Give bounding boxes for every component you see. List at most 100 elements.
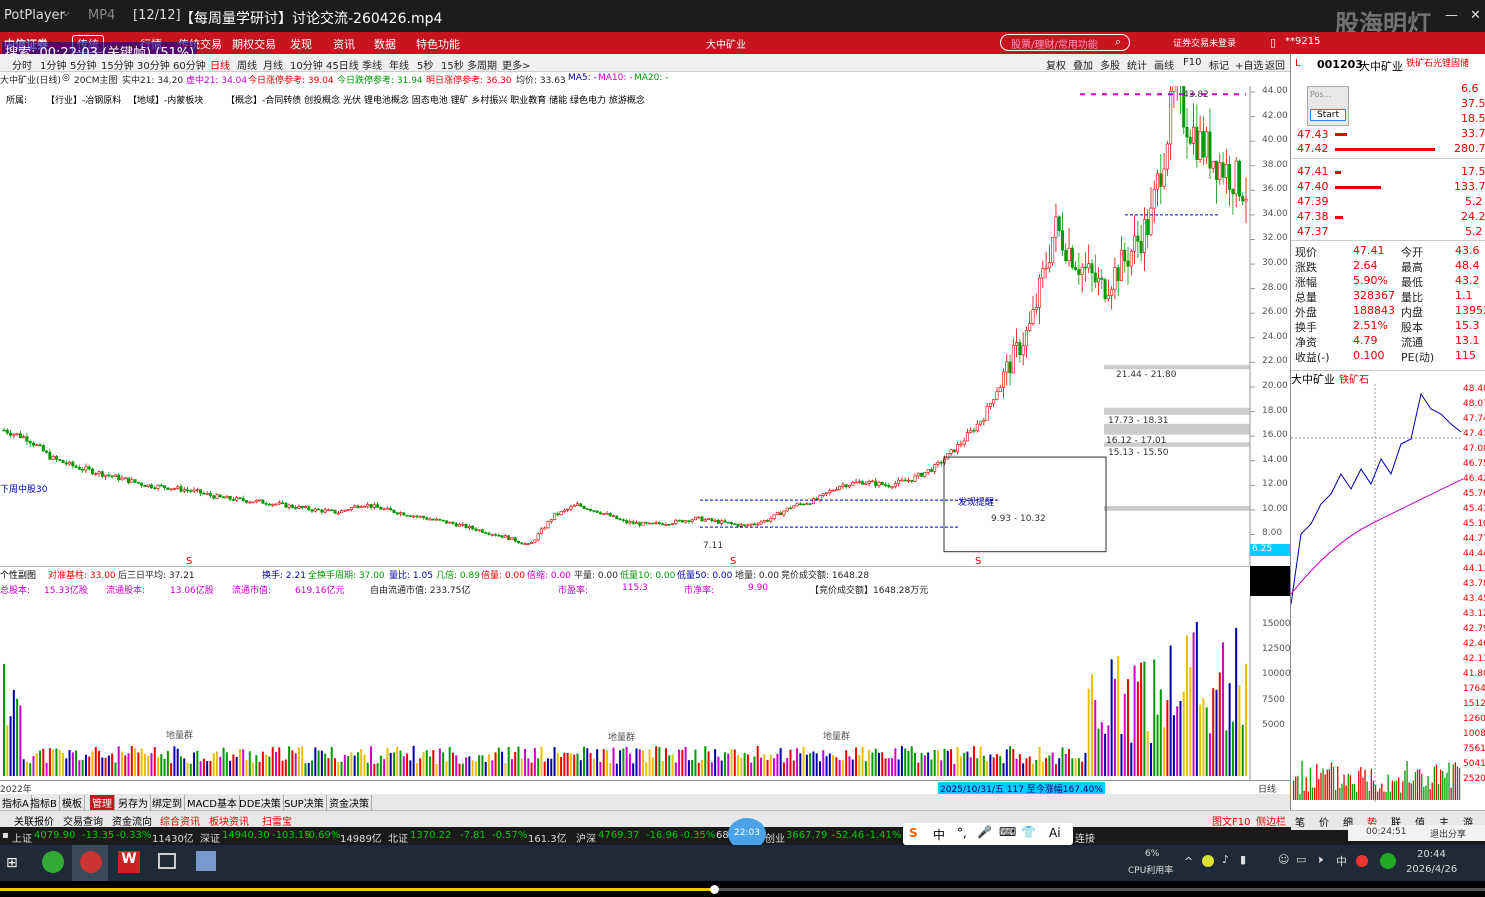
popup-start-button[interactable]: Start [1310,109,1346,121]
ind-tab-macd[interactable]: MACD基本 [185,795,240,810]
ticker-sh-label[interactable]: 上证 [12,830,32,845]
close-icon[interactable]: ✕ [1470,8,1481,23]
bottom-tab-fund-flow[interactable]: 资金流向 [112,813,152,828]
ime-logo-icon[interactable]: S [909,826,918,840]
tray-s-icon[interactable] [1356,855,1368,867]
tray-mic-icon[interactable]: ♪ [1222,853,1229,866]
main-chart[interactable]: SSS [0,57,1290,567]
tray-expand-icon[interactable]: ^ [1184,855,1193,868]
player-icon[interactable] [158,853,176,869]
period-tab-15m[interactable]: 15分钟 [101,57,134,72]
panel-tab-0[interactable]: 笔 [1295,814,1305,829]
panel-tab-1[interactable]: 价 [1319,814,1329,829]
ind-tab-fund[interactable]: 资金决策 [327,795,372,810]
tray-ime-lang[interactable]: 中 [1336,853,1347,869]
chevron-down-icon[interactable]: ⌵ [62,8,70,19]
tool-f10[interactable]: F10 [1183,57,1201,68]
ime-lang[interactable]: 中 [933,826,945,843]
tray-volume-icon[interactable]: 🕨 [1316,853,1323,867]
chart-main-label[interactable]: 20CM主图 [74,73,118,86]
wps-icon[interactable]: W [118,851,140,873]
period-tab-more[interactable]: 更多> [502,57,530,72]
period-tab-15s[interactable]: 15秒 [441,57,464,72]
volume-bars[interactable] [0,596,1290,780]
ind-tab-manage[interactable]: 管理 [90,795,115,810]
search-icon[interactable]: ⌕ [1115,35,1121,49]
period-tab-monthly[interactable]: 月线 [263,57,283,72]
bottom-tab-sector-news[interactable]: 板块资讯 [209,813,249,828]
clock-date[interactable]: 2026/4/26 [1406,864,1457,875]
bottom-tab-related[interactable]: 关联报价 [14,813,54,828]
menu-item-news[interactable]: 资讯 [333,36,355,52]
ime-punct-icon[interactable]: °, [957,826,967,840]
menu-item-options[interactable]: 期权交易 [232,36,276,52]
ind-tab-dde[interactable]: DDE决策 [237,795,284,810]
period-tab-1m[interactable]: 1分钟 [40,57,66,72]
ind-tab-bind[interactable]: 绑定到 [150,795,185,810]
bottom-tab-trade-query[interactable]: 交易查询 [63,813,103,828]
progress-handle[interactable] [710,885,719,894]
tool-stats[interactable]: 统计 [1127,57,1147,72]
tool-restore-rights[interactable]: 复权 [1046,57,1066,72]
search-input[interactable]: 股票/理财/常用功能 [1000,34,1130,51]
ime-mic-icon[interactable]: 🎤 [977,825,992,839]
bottom-tab-minesweeper[interactable]: 扫雷宝 [262,813,292,828]
bottom-tab-sidebar[interactable]: 侧边栏 [1256,813,1286,828]
ticker-bj-label[interactable]: 北证 [388,830,408,845]
tool-overlay[interactable]: 叠加 [1073,57,1093,72]
period-tab-weekly[interactable]: 周线 [237,57,257,72]
period-tab-60m[interactable]: 60分钟 [173,57,206,72]
menu-item-discover[interactable]: 发现 [290,36,312,52]
period-tab-multi[interactable]: 多周期 [467,57,497,72]
period-tab-10m[interactable]: 10分钟 [290,57,323,72]
tool-draw[interactable]: 画线 [1154,57,1174,72]
ime-keyboard-icon[interactable]: ⌨ [999,825,1016,839]
player-app-name[interactable]: PotPlayer [4,8,65,23]
menu-item-features[interactable]: 特色功能 [416,36,460,52]
period-tab-daily[interactable]: 日线 [210,57,230,72]
tool-multi-stock[interactable]: 多股 [1100,57,1120,72]
tray-device-icon[interactable]: ▮ [1240,853,1246,866]
tool-add-watch[interactable]: +自选 [1235,57,1263,72]
ind-tab-b[interactable]: 指标B [28,795,60,810]
menu-item-data[interactable]: 数据 [374,36,396,52]
broker-app-icon[interactable] [80,851,102,873]
photos-icon[interactable] [196,851,216,871]
period-tab-timeshare[interactable]: 分时 [12,57,32,72]
period-tab-quarter[interactable]: 季线 [362,57,382,72]
mini-timeshare-chart[interactable] [1291,384,1463,804]
ticker-hs-label[interactable]: 沪深 [576,830,596,845]
bottom-tab-f10[interactable]: 图文F10 [1212,813,1250,828]
ticker-sz-label[interactable]: 深证 [200,830,220,845]
concept-list[interactable]: 【概念】-合同转债 创投概念 光伏 锂电池概念 固态电池 锂矿 乡村振兴 职业教… [226,93,645,106]
period-tab-30m[interactable]: 30分钟 [137,57,170,72]
bottom-tab-news[interactable]: 综合资讯 [160,813,200,828]
playback-progress[interactable] [0,881,1485,897]
period-tab-5s[interactable]: 5秒 [417,57,433,72]
period-tab-year[interactable]: 年线 [389,57,409,72]
candlestick-chart[interactable]: SSS [0,57,1290,567]
ticker-cy-label[interactable]: 创业 [765,830,785,845]
ticker-connect[interactable]: 连接 [1075,830,1095,845]
tool-mark[interactable]: 标记 [1209,57,1229,72]
windows-start-icon[interactable]: ⊞ [6,855,18,871]
gear-icon[interactable]: ◎ [62,73,70,83]
tray-app-icon[interactable] [1202,855,1214,867]
ind-tab-save-as[interactable]: 另存为 [116,795,151,810]
ime-skin-icon[interactable]: 👕 [1021,825,1036,839]
tool-back[interactable]: 返回 [1265,57,1285,72]
volume-chart[interactable] [0,596,1290,792]
ind-tab-sup[interactable]: SUP决策 [282,795,327,810]
period-tab-45d[interactable]: 45日线 [326,57,359,72]
browser-icon[interactable] [42,851,64,873]
tray-chat-icon[interactable]: ▭ [1296,853,1306,866]
ind-tab-template[interactable]: 模板 [60,795,85,810]
tray-green-icon[interactable] [1380,853,1396,869]
minimize-icon[interactable]: — [1445,8,1458,23]
login-status[interactable]: 证券交易未登录 [1173,36,1236,49]
tray-user-icon[interactable]: ☺ [1278,853,1289,866]
clock-time[interactable]: 20:44 [1417,849,1446,860]
exit-share-button[interactable]: 退出分享 [1430,827,1466,840]
period-tab-5m[interactable]: 5分钟 [70,57,96,72]
sub-title[interactable]: 个性副图 [0,568,36,581]
